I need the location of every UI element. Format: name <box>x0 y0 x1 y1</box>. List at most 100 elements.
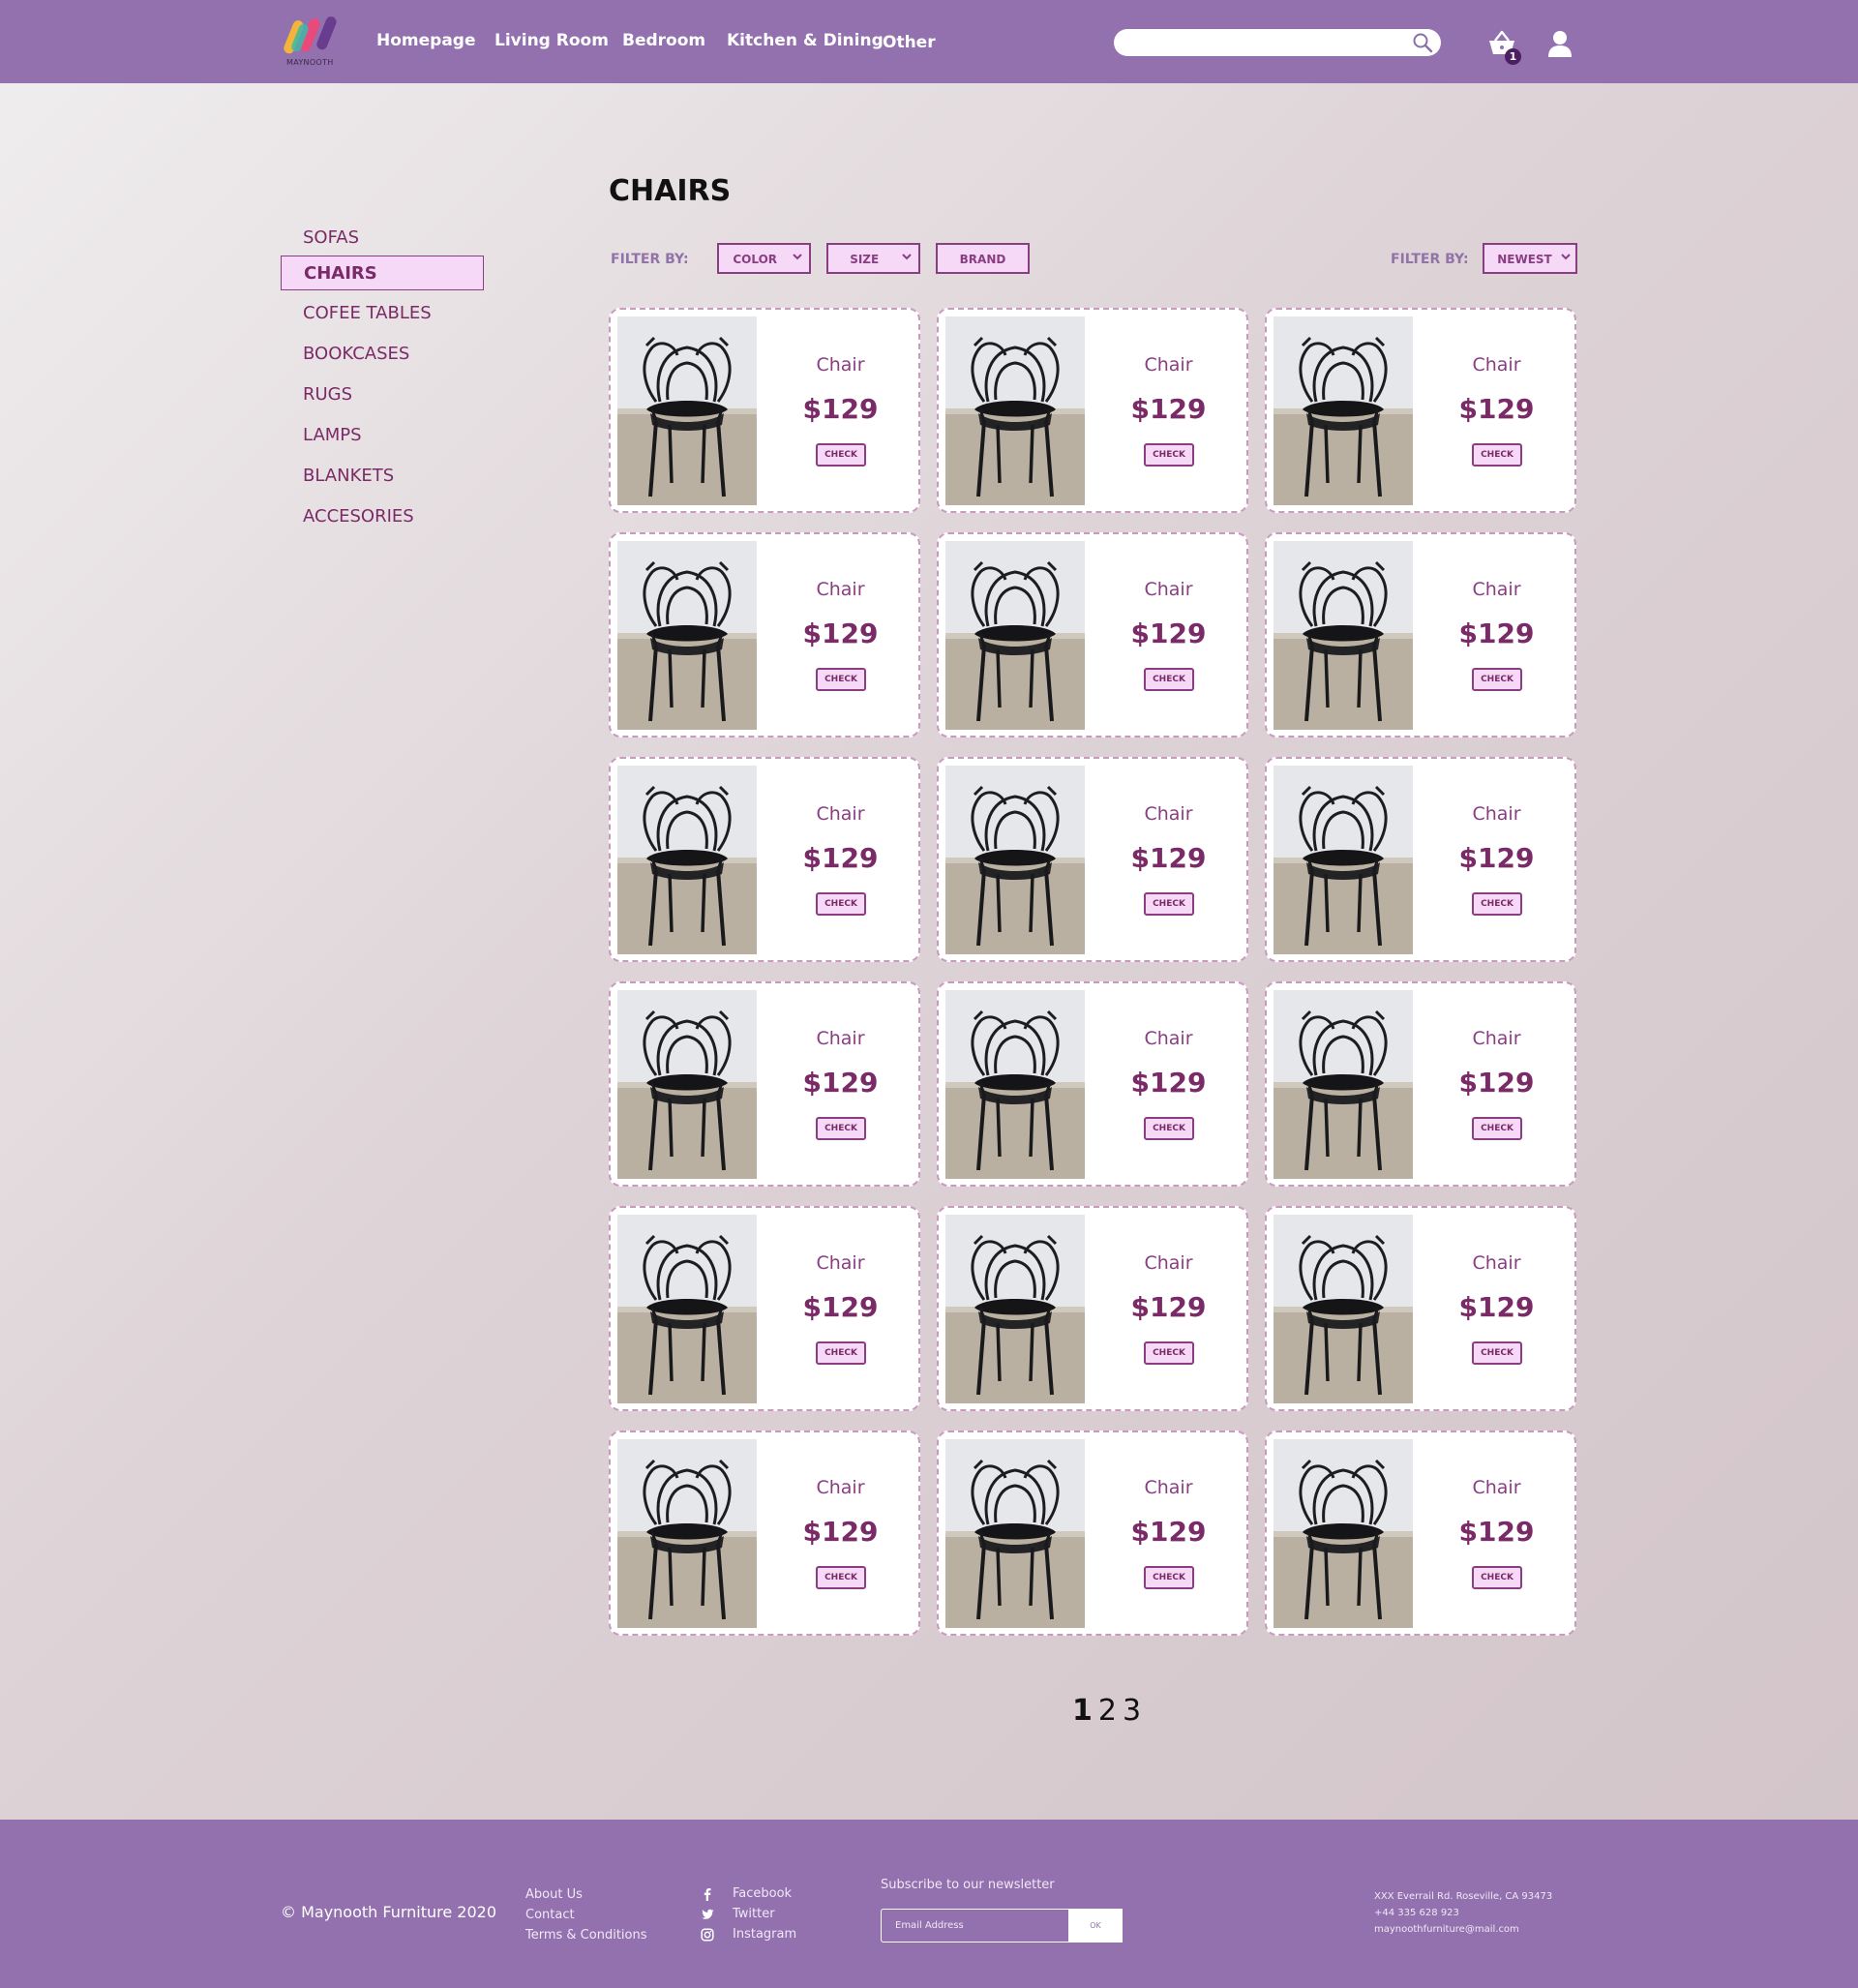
page-link-3[interactable]: 3 <box>1123 1694 1141 1728</box>
product-image[interactable] <box>617 990 757 1179</box>
search-icon[interactable] <box>1412 32 1433 53</box>
size-filter-dropdown[interactable]: SIZE <box>826 243 920 274</box>
footer-link-about-us[interactable]: About Us <box>525 1887 583 1902</box>
contact-email[interactable]: maynoothfurniture@mail.com <box>1374 1924 1519 1935</box>
product-card[interactable]: Chair $129 CHECK <box>937 1431 1248 1636</box>
product-image[interactable] <box>617 1439 757 1628</box>
product-card[interactable]: Chair $129 CHECK <box>1265 1206 1576 1411</box>
color-filter-dropdown[interactable]: COLOR <box>717 243 811 274</box>
product-image[interactable] <box>945 1215 1085 1403</box>
sidebar-item-blankets[interactable]: BLANKETS <box>281 459 484 494</box>
product-card[interactable]: Chair $129 CHECK <box>1265 308 1576 513</box>
product-card[interactable]: Chair $129 CHECK <box>937 532 1248 738</box>
product-card[interactable]: Chair $129 CHECK <box>1265 532 1576 738</box>
product-card[interactable]: Chair $129 CHECK <box>609 981 920 1187</box>
product-image[interactable] <box>1274 1439 1413 1628</box>
cart-button[interactable]: 1 <box>1485 29 1524 68</box>
check-button[interactable]: CHECK <box>1144 1341 1194 1365</box>
check-button[interactable]: CHECK <box>816 668 866 691</box>
product-image[interactable] <box>945 1439 1085 1628</box>
product-name[interactable]: Chair <box>765 803 915 825</box>
nav-other[interactable]: Other <box>883 33 936 52</box>
sidebar-item-rugs[interactable]: RUGS <box>281 377 484 412</box>
product-image[interactable] <box>945 766 1085 954</box>
check-button[interactable]: CHECK <box>816 443 866 467</box>
product-name[interactable]: Chair <box>1094 354 1244 376</box>
sidebar-item-accesories[interactable]: ACCESORIES <box>281 499 484 534</box>
product-card[interactable]: Chair $129 CHECK <box>609 757 920 962</box>
product-name[interactable]: Chair <box>765 579 915 600</box>
product-image[interactable] <box>1274 766 1413 954</box>
check-button[interactable]: CHECK <box>1472 1117 1522 1140</box>
product-image[interactable] <box>617 766 757 954</box>
product-card[interactable]: Chair $129 CHECK <box>937 981 1248 1187</box>
check-button[interactable]: CHECK <box>816 1117 866 1140</box>
product-image[interactable] <box>617 316 757 505</box>
product-card[interactable]: Chair $129 CHECK <box>1265 1431 1576 1636</box>
product-name[interactable]: Chair <box>1094 1252 1244 1274</box>
product-card[interactable]: Chair $129 CHECK <box>609 532 920 738</box>
product-card[interactable]: Chair $129 CHECK <box>937 308 1248 513</box>
product-image[interactable] <box>945 990 1085 1179</box>
product-name[interactable]: Chair <box>1422 1028 1572 1049</box>
check-button[interactable]: CHECK <box>1472 1341 1522 1365</box>
check-button[interactable]: CHECK <box>816 1341 866 1365</box>
product-image[interactable] <box>1274 316 1413 505</box>
product-name[interactable]: Chair <box>765 354 915 376</box>
product-name[interactable]: Chair <box>1094 579 1244 600</box>
sidebar-item-bookcases[interactable]: BOOKCASES <box>281 337 484 372</box>
check-button[interactable]: CHECK <box>1472 892 1522 916</box>
brand-filter-dropdown[interactable]: BRAND <box>936 243 1030 274</box>
nav-homepage[interactable]: Homepage <box>376 31 476 50</box>
product-name[interactable]: Chair <box>1422 803 1572 825</box>
check-button[interactable]: CHECK <box>1144 668 1194 691</box>
check-button[interactable]: CHECK <box>816 892 866 916</box>
product-card[interactable]: Chair $129 CHECK <box>937 1206 1248 1411</box>
product-card[interactable]: Chair $129 CHECK <box>1265 981 1576 1187</box>
user-icon[interactable] <box>1546 29 1573 58</box>
sidebar-item-cofee-tables[interactable]: COFEE TABLES <box>281 296 484 331</box>
check-button[interactable]: CHECK <box>1144 1566 1194 1589</box>
footer-link-terms[interactable]: Terms & Conditions <box>525 1928 647 1943</box>
product-image[interactable] <box>617 1215 757 1403</box>
sort-dropdown[interactable]: NEWEST <box>1483 243 1577 274</box>
check-button[interactable]: CHECK <box>1144 892 1194 916</box>
product-image[interactable] <box>945 541 1085 730</box>
product-image[interactable] <box>1274 990 1413 1179</box>
product-name[interactable]: Chair <box>1094 803 1244 825</box>
product-name[interactable]: Chair <box>765 1028 915 1049</box>
product-image[interactable] <box>617 541 757 730</box>
search-input[interactable] <box>1125 33 1396 52</box>
product-name[interactable]: Chair <box>1094 1028 1244 1049</box>
nav-living-room[interactable]: Living Room <box>494 31 609 50</box>
product-image[interactable] <box>1274 1215 1413 1403</box>
check-button[interactable]: CHECK <box>1472 668 1522 691</box>
product-name[interactable]: Chair <box>1422 1252 1572 1274</box>
check-button[interactable]: CHECK <box>1144 1117 1194 1140</box>
page-link-2[interactable]: 2 <box>1098 1694 1117 1728</box>
sidebar-item-lamps[interactable]: LAMPS <box>281 418 484 453</box>
product-image[interactable] <box>945 316 1085 505</box>
product-name[interactable]: Chair <box>1422 354 1572 376</box>
nav-kitchen-dining[interactable]: Kitchen & Dining <box>727 31 884 50</box>
check-button[interactable]: CHECK <box>1472 1566 1522 1589</box>
product-name[interactable]: Chair <box>1422 1477 1572 1498</box>
product-card[interactable]: Chair $129 CHECK <box>609 308 920 513</box>
product-name[interactable]: Chair <box>765 1252 915 1274</box>
product-name[interactable]: Chair <box>1422 579 1572 600</box>
nav-bedroom[interactable]: Bedroom <box>622 31 705 50</box>
footer-link-contact[interactable]: Contact <box>525 1908 575 1922</box>
product-name[interactable]: Chair <box>1094 1477 1244 1498</box>
sidebar-item-chairs[interactable]: CHAIRS <box>281 256 484 290</box>
check-button[interactable]: CHECK <box>1144 443 1194 467</box>
product-card[interactable]: Chair $129 CHECK <box>609 1431 920 1636</box>
page-link-1[interactable]: 1 <box>1072 1694 1093 1728</box>
product-card[interactable]: Chair $129 CHECK <box>1265 757 1576 962</box>
check-button[interactable]: CHECK <box>816 1566 866 1589</box>
product-name[interactable]: Chair <box>765 1477 915 1498</box>
check-button[interactable]: CHECK <box>1472 443 1522 467</box>
product-card[interactable]: Chair $129 CHECK <box>937 757 1248 962</box>
product-card[interactable]: Chair $129 CHECK <box>609 1206 920 1411</box>
newsletter-ok-button[interactable]: OK <box>1068 1909 1123 1943</box>
product-image[interactable] <box>1274 541 1413 730</box>
